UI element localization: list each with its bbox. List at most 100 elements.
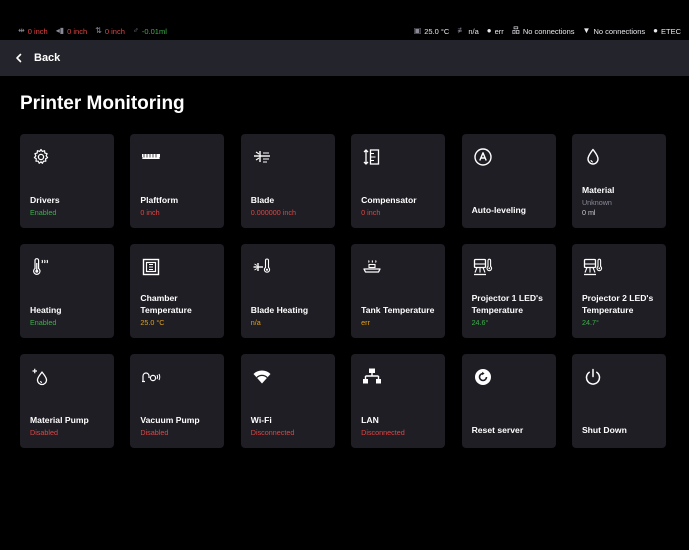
projector-icon: [473, 257, 493, 277]
blade-heating-icon: [252, 257, 272, 277]
blade-heating-icon: ≢: [457, 26, 466, 35]
card-title: Drivers: [30, 194, 60, 205]
status-blade-heating: ≢ n/a: [457, 27, 478, 36]
top-bar: Back: [0, 40, 689, 76]
card-auto-leveling[interactable]: Auto-leveling: [461, 134, 556, 228]
vacuum-icon: [141, 367, 161, 387]
card-wifi[interactable]: Wi-Fi Disconnected: [240, 354, 335, 448]
projector-icon: [583, 257, 603, 277]
compensator-position-icon: ⇅: [95, 26, 102, 35]
card-title: Wi-Fi: [250, 414, 272, 425]
card-status: 24.7°: [581, 318, 599, 327]
tank-icon: [362, 257, 382, 277]
status-value: -0.01ml: [141, 26, 167, 36]
wifi-icon: [252, 367, 272, 387]
card-title: Tank Temperature: [361, 304, 435, 315]
card-title: Material Pump: [30, 414, 89, 425]
card-status: 24.6°: [471, 318, 489, 327]
status-value: n/a: [468, 26, 479, 36]
card-projector-2-temperature[interactable]: Projector 2 LED's Temperature 24.7°: [571, 244, 666, 338]
status-chamber-temperature: ▣ 25.0 °C: [414, 27, 450, 36]
status-value: No connections: [522, 26, 575, 36]
card-status: 0 inch: [361, 208, 381, 217]
gear-icon: [31, 147, 51, 167]
card-status: Enabled: [30, 318, 57, 327]
device-icon: ●: [653, 26, 658, 35]
status-blade-position: ◂▮ 0 inch: [56, 27, 87, 36]
card-status: Unknown: [581, 198, 612, 207]
card-lan[interactable]: LAN Disconnected: [351, 354, 446, 448]
card-title: Projector 1 LED's Temperature: [471, 293, 543, 315]
card-material[interactable]: Material Unknown 0 ml: [571, 134, 666, 228]
card-shut-down[interactable]: Shut Down: [571, 354, 666, 448]
lan-icon: 品: [511, 26, 520, 35]
status-value: err: [494, 26, 504, 36]
status-bar-right: ▣ 25.0 °C ≢ n/a ● err 品 No connections ▼…: [414, 27, 681, 36]
card-title: Compensator: [361, 194, 417, 205]
status-value: 0 inch: [27, 26, 48, 36]
compensator-icon: [362, 147, 382, 167]
status-platform-position: ⇹ 0 inch: [18, 27, 48, 36]
card-heating[interactable]: Heating Enabled: [20, 244, 114, 338]
card-title: Blade: [250, 194, 275, 205]
card-vacuum-pump[interactable]: Vacuum Pump Disabled: [130, 354, 225, 448]
card-status: Disconnected: [250, 428, 295, 437]
status-value: ETEC: [660, 26, 681, 36]
monitoring-grid: Drivers Enabled Plaftform 0 inch Blade 0…: [20, 134, 666, 448]
card-title: Auto-leveling: [471, 204, 526, 215]
card-status: Disabled: [30, 428, 58, 437]
card-status: err: [361, 318, 370, 327]
status-device: ● ETEC: [653, 27, 681, 36]
back-button[interactable]: Back: [34, 52, 60, 64]
platform-icon: [141, 147, 161, 167]
power-icon: [583, 367, 603, 387]
card-reset-server[interactable]: Reset server: [461, 354, 556, 448]
chamber-temperature-icon: ▣: [413, 26, 422, 35]
card-tank-temperature[interactable]: Tank Temperature err: [351, 244, 446, 338]
status-material: ● err: [487, 27, 504, 36]
card-compensator[interactable]: Compensator 0 inch: [351, 134, 446, 228]
auto-leveling-icon: [473, 147, 493, 167]
status-wifi: ▼ No connections: [583, 27, 646, 36]
card-blade[interactable]: Blade 0.000000 inch: [240, 134, 335, 228]
reset-icon: [473, 367, 493, 387]
lan-icon: [362, 367, 382, 387]
material-volume-icon: ♂: [132, 26, 139, 35]
blade-icon: [252, 147, 272, 167]
chevron-left-icon[interactable]: [14, 53, 24, 63]
card-chamber-temperature[interactable]: Chamber Temperature 25.0 °C: [130, 244, 225, 338]
card-status: Enabled: [30, 208, 57, 217]
card-platform[interactable]: Plaftform 0 inch: [130, 134, 225, 228]
card-projector-1-temperature[interactable]: Projector 1 LED's Temperature 24.6°: [461, 244, 556, 338]
status-value: 25.0 °C: [424, 26, 450, 36]
card-title: Chamber Temperature: [140, 293, 192, 315]
card-title: Plaftform: [140, 194, 179, 205]
status-compensator-position: ⇅ 0 inch: [95, 27, 125, 36]
platform-position-icon: ⇹: [18, 26, 25, 35]
card-title: Material: [581, 184, 615, 195]
status-lan: 品 No connections: [512, 27, 575, 36]
card-status: Disconnected: [361, 428, 405, 437]
status-value: 0 inch: [104, 26, 125, 36]
card-material-pump[interactable]: Material Pump Disabled: [20, 354, 114, 448]
status-bar: ⇹ 0 inch ◂▮ 0 inch ⇅ 0 inch ♂ -0.01ml ▣ …: [0, 22, 689, 40]
card-title: Projector 2 LED's Temperature: [581, 293, 654, 315]
blade-position-icon: ◂▮: [55, 26, 65, 35]
card-status: n/a: [250, 318, 261, 327]
drop-icon: [583, 147, 603, 167]
card-title: Blade Heating: [250, 304, 309, 315]
card-status-secondary: 0 ml: [581, 208, 596, 217]
status-material-volume: ♂ -0.01ml: [133, 27, 167, 36]
card-drivers[interactable]: Drivers Enabled: [20, 134, 114, 228]
page-title: Printer Monitoring: [20, 93, 185, 114]
pump-drop-icon: [31, 367, 51, 387]
card-title: Heating: [30, 304, 62, 315]
card-status: 25.0 °C: [140, 318, 165, 327]
card-blade-heating[interactable]: Blade Heating n/a: [240, 244, 335, 338]
card-title: Reset server: [471, 424, 524, 435]
card-status: Disabled: [140, 428, 169, 437]
status-value: 0 inch: [67, 26, 88, 36]
thermometer-icon: [31, 257, 51, 277]
wifi-icon: ▼: [582, 26, 591, 35]
card-title: Shut Down: [581, 424, 627, 435]
